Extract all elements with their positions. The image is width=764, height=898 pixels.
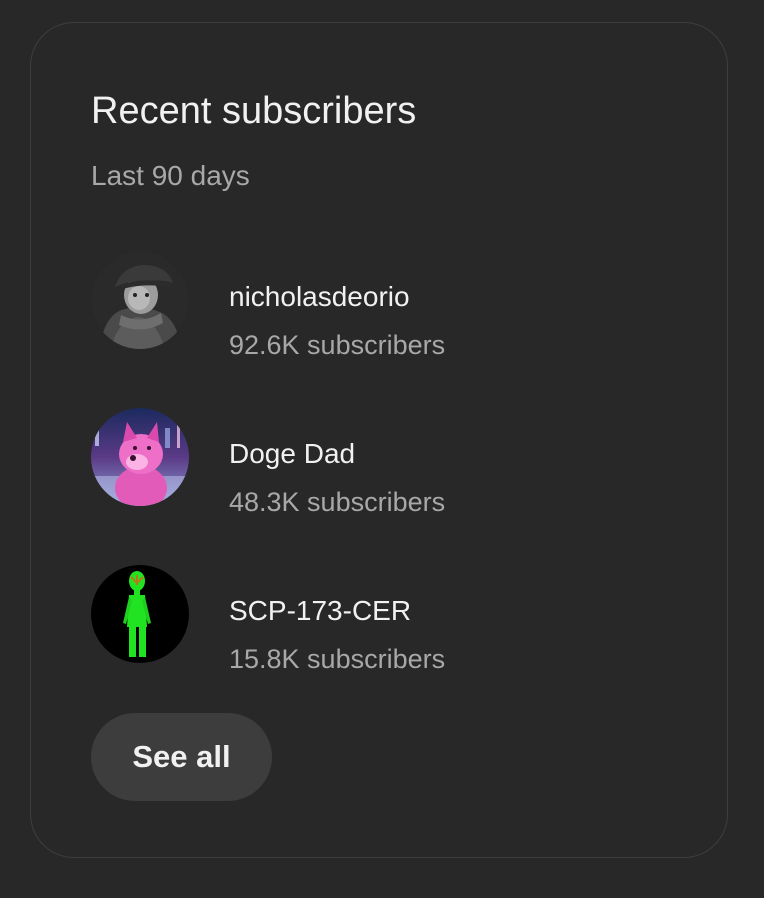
subscriber-item[interactable]: SCP-173-CER 15.8K subscribers [91, 565, 691, 674]
see-all-button[interactable]: See all [91, 713, 272, 801]
grayscale-character-avatar-icon [91, 251, 189, 349]
avatar[interactable] [91, 565, 189, 663]
subscriber-name[interactable]: SCP-173-CER [229, 593, 411, 629]
subscriber-list: nicholasdeorio 92.6K subscribers Doge Da… [91, 251, 691, 722]
green-figure-avatar-icon [91, 565, 189, 663]
subscriber-item[interactable]: Doge Dad 48.3K subscribers [91, 408, 691, 517]
avatar[interactable] [91, 251, 189, 349]
subscriber-name[interactable]: nicholasdeorio [229, 279, 410, 315]
subscriber-count: 15.8K subscribers [229, 644, 446, 674]
subscriber-item[interactable]: nicholasdeorio 92.6K subscribers [91, 251, 691, 360]
subscriber-count: 92.6K subscribers [229, 330, 446, 360]
card-title: Recent subscribers [91, 90, 417, 132]
subscriber-count: 48.3K subscribers [229, 487, 446, 517]
subscriber-name[interactable]: Doge Dad [229, 436, 355, 472]
recent-subscribers-card: Recent subscribers Last 90 days nicholas… [30, 22, 728, 858]
period-label: Last 90 days [91, 160, 250, 191]
pink-doge-avatar-icon [91, 408, 189, 506]
avatar[interactable] [91, 408, 189, 506]
